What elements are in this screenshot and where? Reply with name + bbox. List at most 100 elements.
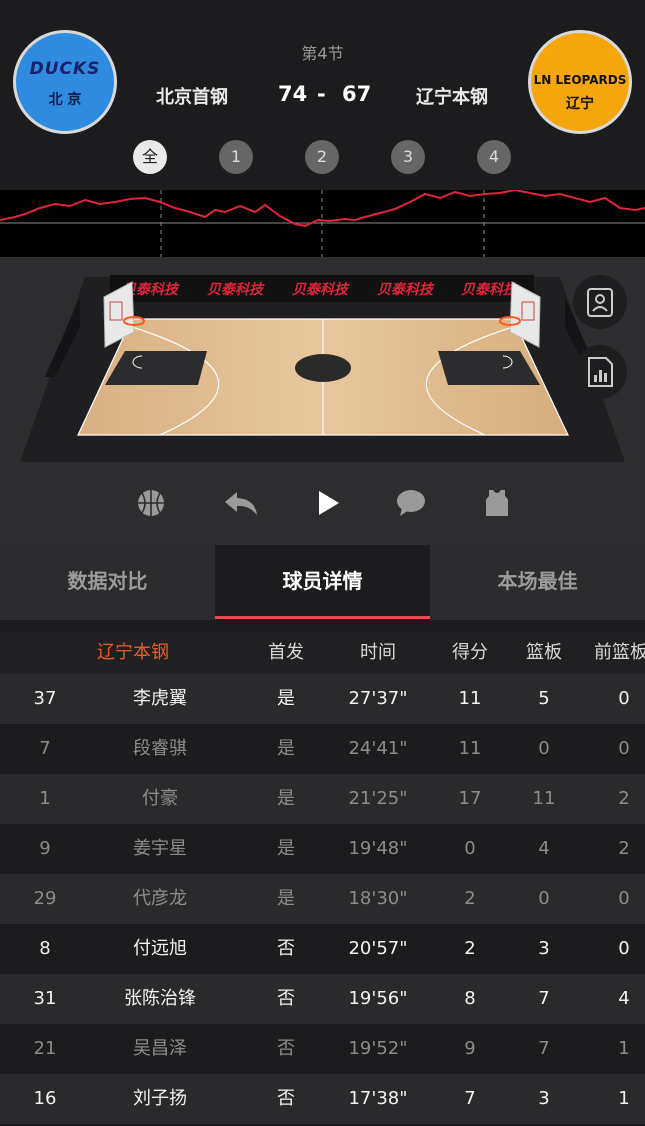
- active-tab-indicator: [215, 616, 430, 619]
- quarter-filter-4[interactable]: 4: [477, 140, 511, 174]
- offensive-rebounds-cell: 0: [618, 738, 630, 759]
- tab-player-details[interactable]: 球员详情: [215, 545, 430, 620]
- header-starter[interactable]: 首发: [256, 632, 316, 674]
- table-row[interactable]: 29 代彦龙 是 18'30" 2 0 0: [0, 874, 645, 924]
- player-name-cell: 吴昌泽: [133, 1038, 187, 1059]
- ad-banner-3: 贝泰科技: [292, 281, 350, 298]
- rebounds-cell: 5: [538, 688, 550, 709]
- header-points[interactable]: 得分: [440, 632, 500, 674]
- player-name-cell: 代彦龙: [133, 888, 187, 909]
- section-tabs: 数据对比 球员详情 本场最佳: [0, 545, 645, 620]
- comment-button[interactable]: [391, 483, 431, 523]
- player-table-header: 辽宁本钢 首发 时间 得分 篮板 前篮板: [0, 632, 645, 674]
- rebounds-cell: 3: [538, 1088, 550, 1109]
- court-visualization: 贝泰科技 贝泰科技 贝泰科技 贝泰科技 贝泰科技: [0, 257, 645, 465]
- table-row[interactable]: 21 吴昌泽 否 19'52" 9 7 1: [0, 1024, 645, 1074]
- starter-flag-cell: 否: [277, 1038, 295, 1059]
- quarter-filter-all[interactable]: 全: [133, 140, 167, 174]
- minutes-played-cell: 20'57": [348, 938, 408, 959]
- starter-flag-cell: 是: [277, 788, 295, 809]
- offensive-rebounds-cell: 0: [618, 688, 630, 709]
- player-name-cell: 付远旭: [133, 938, 187, 959]
- jersey-number-cell: 37: [33, 688, 57, 709]
- tab-data-comparison[interactable]: 数据对比: [0, 545, 215, 620]
- ad-banner-5: 贝泰科技: [461, 281, 519, 298]
- player-name-cell: 张陈治锋: [124, 988, 196, 1009]
- jersey-number-cell: 29: [33, 888, 57, 909]
- player-card-button[interactable]: [573, 275, 627, 329]
- jersey-number-cell: 1: [39, 788, 51, 809]
- jersey-button[interactable]: [477, 483, 517, 523]
- points-cell: 2: [464, 938, 476, 959]
- player-name-cell: 李虎翼: [133, 688, 187, 709]
- table-row[interactable]: 16 刘子扬 否 17'38" 7 3 1: [0, 1074, 645, 1124]
- ad-banner-2: 贝泰科技: [207, 281, 265, 298]
- play-button[interactable]: [308, 483, 348, 523]
- points-cell: 11: [458, 688, 482, 709]
- rebounds-cell: 0: [538, 738, 550, 759]
- table-row[interactable]: 37 李虎翼 是 27'37" 11 5 0: [0, 674, 645, 724]
- starter-flag-cell: 否: [277, 938, 295, 959]
- playback-controls: [0, 465, 645, 545]
- offensive-rebounds-cell: 1: [618, 1088, 630, 1109]
- table-row[interactable]: 7 段睿骐 是 24'41" 11 0 0: [0, 724, 645, 774]
- away-score: 67: [342, 82, 372, 106]
- minutes-played-cell: 21'25": [348, 788, 408, 809]
- starter-flag-cell: 是: [277, 888, 295, 909]
- jersey-number-cell: 16: [33, 1088, 57, 1109]
- report-chart-icon: [588, 357, 613, 387]
- minutes-played-cell: 24'41": [348, 738, 408, 759]
- quarter-filter-1[interactable]: 1: [219, 140, 253, 174]
- starter-flag-cell: 否: [277, 988, 295, 1009]
- starter-flag-cell: 是: [277, 838, 295, 859]
- stats-report-button[interactable]: [573, 345, 627, 399]
- home-team-name: 北京首钢: [156, 87, 228, 108]
- minutes-played-cell: 19'48": [348, 838, 408, 859]
- player-name-cell: 刘子扬: [133, 1088, 187, 1109]
- table-row[interactable]: 31 张陈治锋 否 19'56" 8 7 4: [0, 974, 645, 1024]
- table-row[interactable]: 8 付远旭 否 20'57" 2 3 0: [0, 924, 645, 974]
- home-logo-subtext: 北 京: [48, 92, 82, 108]
- basketball-icon: [138, 490, 164, 516]
- minutes-played-cell: 27'37": [348, 688, 408, 709]
- points-cell: 8: [464, 988, 476, 1009]
- jersey-number-cell: 8: [39, 938, 51, 959]
- away-logo-subtext: 辽宁: [566, 96, 594, 112]
- jersey-number-cell: 7: [39, 738, 51, 759]
- quarter-filter-2[interactable]: 2: [305, 140, 339, 174]
- table-row[interactable]: 9 姜宇星 是 19'48" 0 4 2: [0, 824, 645, 874]
- person-card-icon: [587, 288, 613, 317]
- header-offensive-rebounds[interactable]: 前篮板: [594, 632, 645, 674]
- points-cell: 11: [458, 738, 482, 759]
- play-icon: [319, 491, 339, 515]
- points-cell: 2: [464, 888, 476, 909]
- points-cell: 9: [464, 1038, 476, 1059]
- table-row[interactable]: 1 付豪 是 21'25" 17 11 2: [0, 774, 645, 824]
- jersey-number-cell: 9: [39, 838, 51, 859]
- offensive-rebounds-cell: 0: [618, 888, 630, 909]
- minutes-played-cell: 18'30": [348, 888, 408, 909]
- tab-game-best[interactable]: 本场最佳: [430, 545, 645, 620]
- points-cell: 17: [458, 788, 482, 809]
- jersey-number-cell: 21: [33, 1038, 57, 1059]
- header-rebounds[interactable]: 篮板: [514, 632, 574, 674]
- points-cell: 0: [464, 838, 476, 859]
- points-cell: 7: [464, 1088, 476, 1109]
- player-name-cell: 付豪: [142, 788, 178, 809]
- score-separator: -: [317, 82, 326, 106]
- back-button[interactable]: [221, 483, 261, 523]
- header-team[interactable]: 辽宁本钢: [88, 632, 178, 674]
- jersey-icon: [486, 490, 508, 516]
- reply-icon: [225, 492, 257, 515]
- minutes-played-cell: 17'38": [348, 1088, 408, 1109]
- quarter-filter-3[interactable]: 3: [391, 140, 425, 174]
- rebounds-cell: 7: [538, 988, 550, 1009]
- header-time[interactable]: 时间: [338, 632, 418, 674]
- rebounds-cell: 0: [538, 888, 550, 909]
- basketball-button[interactable]: [131, 483, 171, 523]
- comment-icon: [397, 490, 425, 516]
- center-circle: [295, 354, 351, 382]
- home-score: 74: [278, 82, 308, 106]
- rebounds-cell: 4: [538, 838, 550, 859]
- player-name-cell: 姜宇星: [133, 838, 187, 859]
